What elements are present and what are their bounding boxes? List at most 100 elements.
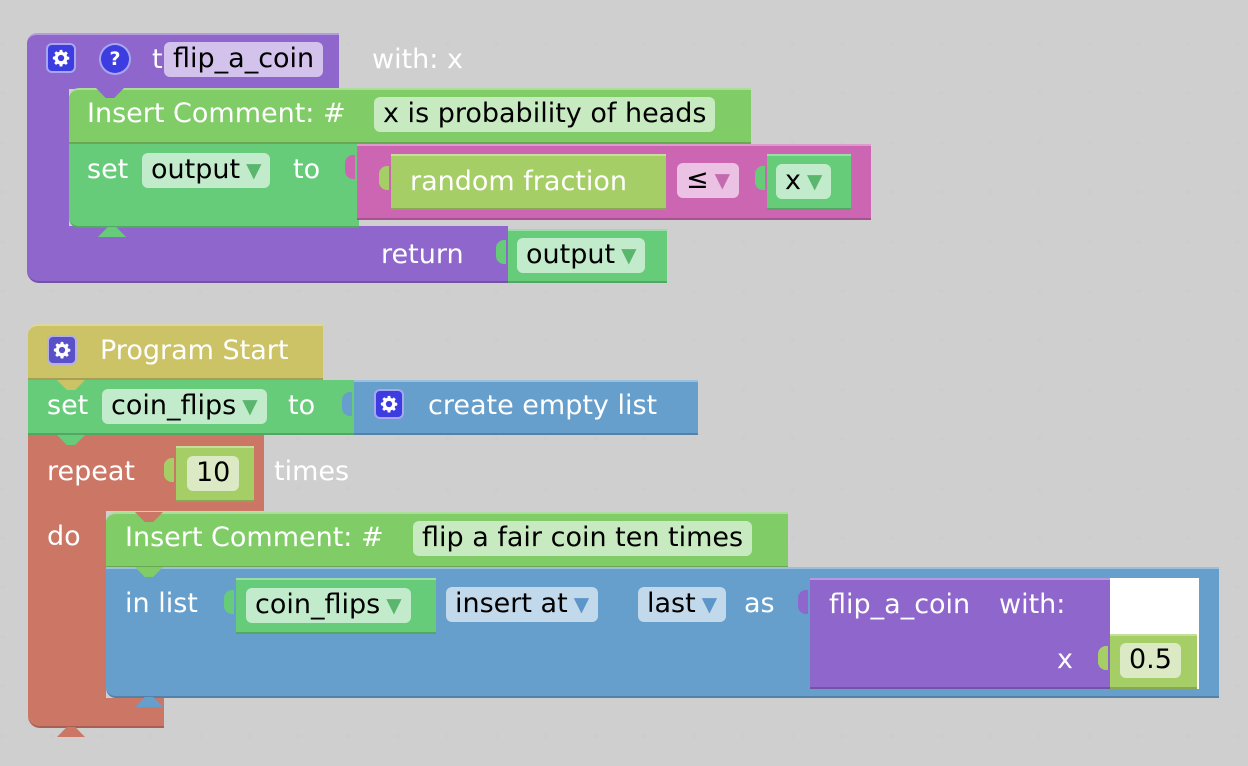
grid-cross [1037,337,1042,343]
grid-cross [939,288,944,294]
grid-cross [593,733,598,739]
grid-cross [1087,140,1092,146]
grid-cross [642,486,647,492]
grid-cross [494,288,499,294]
grid-cross [346,337,351,343]
grid-cross [790,288,795,294]
grid-cross [395,733,400,739]
grid-cross [1186,239,1191,245]
help-icon[interactable]: ? [99,43,131,75]
grid-cross [0,535,5,541]
grid-cross [0,683,5,689]
grid-cross [445,486,450,492]
grid-cross [1037,239,1042,245]
variable-dropdown[interactable]: coin_flips ▼ [246,588,411,623]
insert-mode-value: insert at [455,588,568,619]
operator-dropdown[interactable]: ≤ ▼ [677,163,740,198]
grid-cross [741,436,746,442]
grid-cross [1136,733,1141,739]
set-label: set [87,154,129,185]
comment-text-field[interactable]: flip a fair coin ten times [413,521,753,556]
grid-cross [49,288,54,294]
grid-cross [494,733,499,739]
variable-dropdown[interactable]: output ▼ [517,238,646,273]
grid-cross [790,486,795,492]
insert-mode-dropdown[interactable]: insert at ▼ [446,587,599,622]
grid-cross [0,288,5,294]
grid-cross [395,337,400,343]
grid-cross [1235,189,1240,195]
grid-cross [642,41,647,47]
grid-cross [1235,239,1240,245]
grid-cross [1087,41,1092,47]
grid-cross [543,288,548,294]
grid-cross [642,337,647,343]
puzzle-connector [164,458,174,482]
comment-label: Insert Comment: # [87,98,346,129]
grid-cross [1235,140,1240,146]
grid-cross [1136,41,1141,47]
grid-cross [593,337,598,343]
grid-cross [296,733,301,739]
grid-cross [642,436,647,442]
grid-cross [741,387,746,393]
dropdown-arrow-icon: ▼ [714,168,731,192]
grid-cross [346,436,351,442]
grid-cross [1037,41,1042,47]
grid-cross [346,733,351,739]
position-dropdown[interactable]: last ▼ [638,587,727,622]
gear-icon[interactable] [374,389,404,419]
grid-cross [840,337,845,343]
grid-cross [148,733,153,739]
as-label: as [744,588,775,619]
grid-cross [840,486,845,492]
function-name-field[interactable]: flip_a_coin [164,42,324,77]
variable-dropdown[interactable]: output ▼ [142,153,271,188]
grid-cross [939,239,944,245]
grid-cross [1235,436,1240,442]
grid-cross [445,436,450,442]
grid-cross [642,288,647,294]
variable-name: output [151,154,241,185]
grid-cross [494,41,499,47]
position-value: last [647,588,696,619]
random-fraction-label: random fraction [410,166,628,197]
grid-cross [840,387,845,393]
grid-cross [889,140,894,146]
grid-cross [1235,90,1240,96]
dropdown-arrow-icon: ▼ [573,592,590,616]
grid-cross [494,436,499,442]
repeat-count-field[interactable]: 10 [187,456,240,491]
gear-icon[interactable] [46,43,76,73]
grid-cross [1186,337,1191,343]
grid-cross [988,41,993,47]
param-value-field[interactable]: 0.5 [1120,643,1181,678]
variable-dropdown[interactable]: coin_flips ▼ [102,389,267,424]
grid-cross [543,436,548,442]
grid-cross [543,733,548,739]
grid-cross [988,733,993,739]
gear-icon[interactable] [47,335,77,365]
set-label: set [47,390,89,421]
grid-cross [988,436,993,442]
grid-cross [1037,288,1042,294]
variable-dropdown[interactable]: x ▼ [776,164,832,199]
grid-cross [939,41,944,47]
grid-cross [1037,535,1042,541]
comment-text-field[interactable]: x is probability of heads [374,97,716,132]
grid-cross [692,41,697,47]
grid-cross [939,189,944,195]
grid-cross [1136,90,1141,96]
puzzle-connector [224,590,234,614]
grid-cross [593,436,598,442]
grid-cross [1235,486,1240,492]
grid-cross [198,733,203,739]
grid-cross [445,288,450,294]
grid-cross [889,733,894,739]
dropdown-arrow-icon: ▼ [386,593,402,617]
grid-cross [840,41,845,47]
grid-cross [296,436,301,442]
grid-cross [889,337,894,343]
repeat-label: repeat [47,456,136,487]
grid-cross [247,733,252,739]
